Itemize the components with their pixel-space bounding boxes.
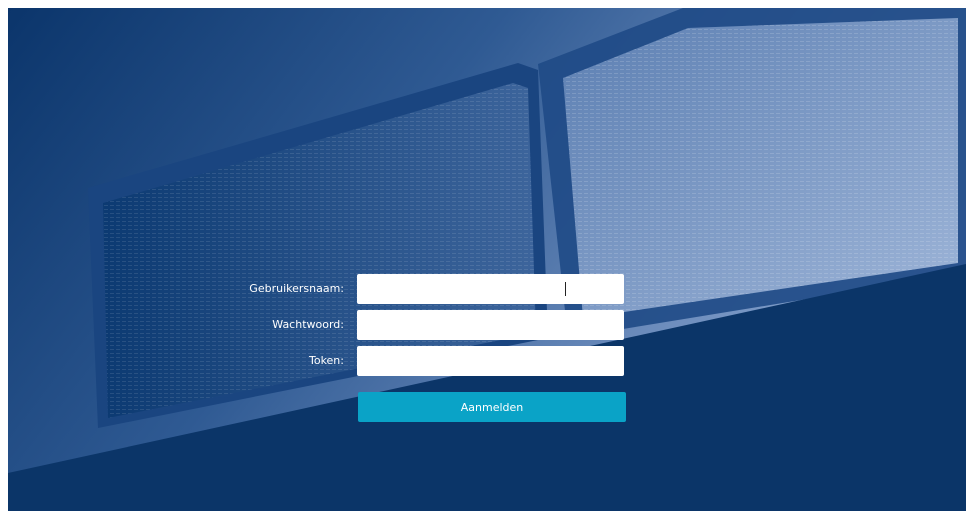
token-input[interactable] bbox=[357, 346, 624, 376]
password-row: Wachtwoord: bbox=[208, 310, 626, 340]
password-input[interactable] bbox=[357, 310, 624, 340]
login-button[interactable]: Aanmelden bbox=[358, 392, 626, 422]
login-form: Gebruikersnaam: Wachtwoord: Token: Aanme… bbox=[8, 8, 966, 511]
username-label: Gebruikersnaam: bbox=[249, 282, 344, 295]
text-cursor bbox=[565, 282, 566, 296]
token-label: Token: bbox=[308, 354, 344, 367]
username-row: Gebruikersnaam: bbox=[208, 274, 626, 304]
password-label: Wachtwoord: bbox=[272, 318, 344, 331]
username-input[interactable] bbox=[357, 274, 624, 304]
token-row: Token: bbox=[208, 346, 626, 376]
login-page: Gebruikersnaam: Wachtwoord: Token: Aanme… bbox=[8, 8, 966, 511]
